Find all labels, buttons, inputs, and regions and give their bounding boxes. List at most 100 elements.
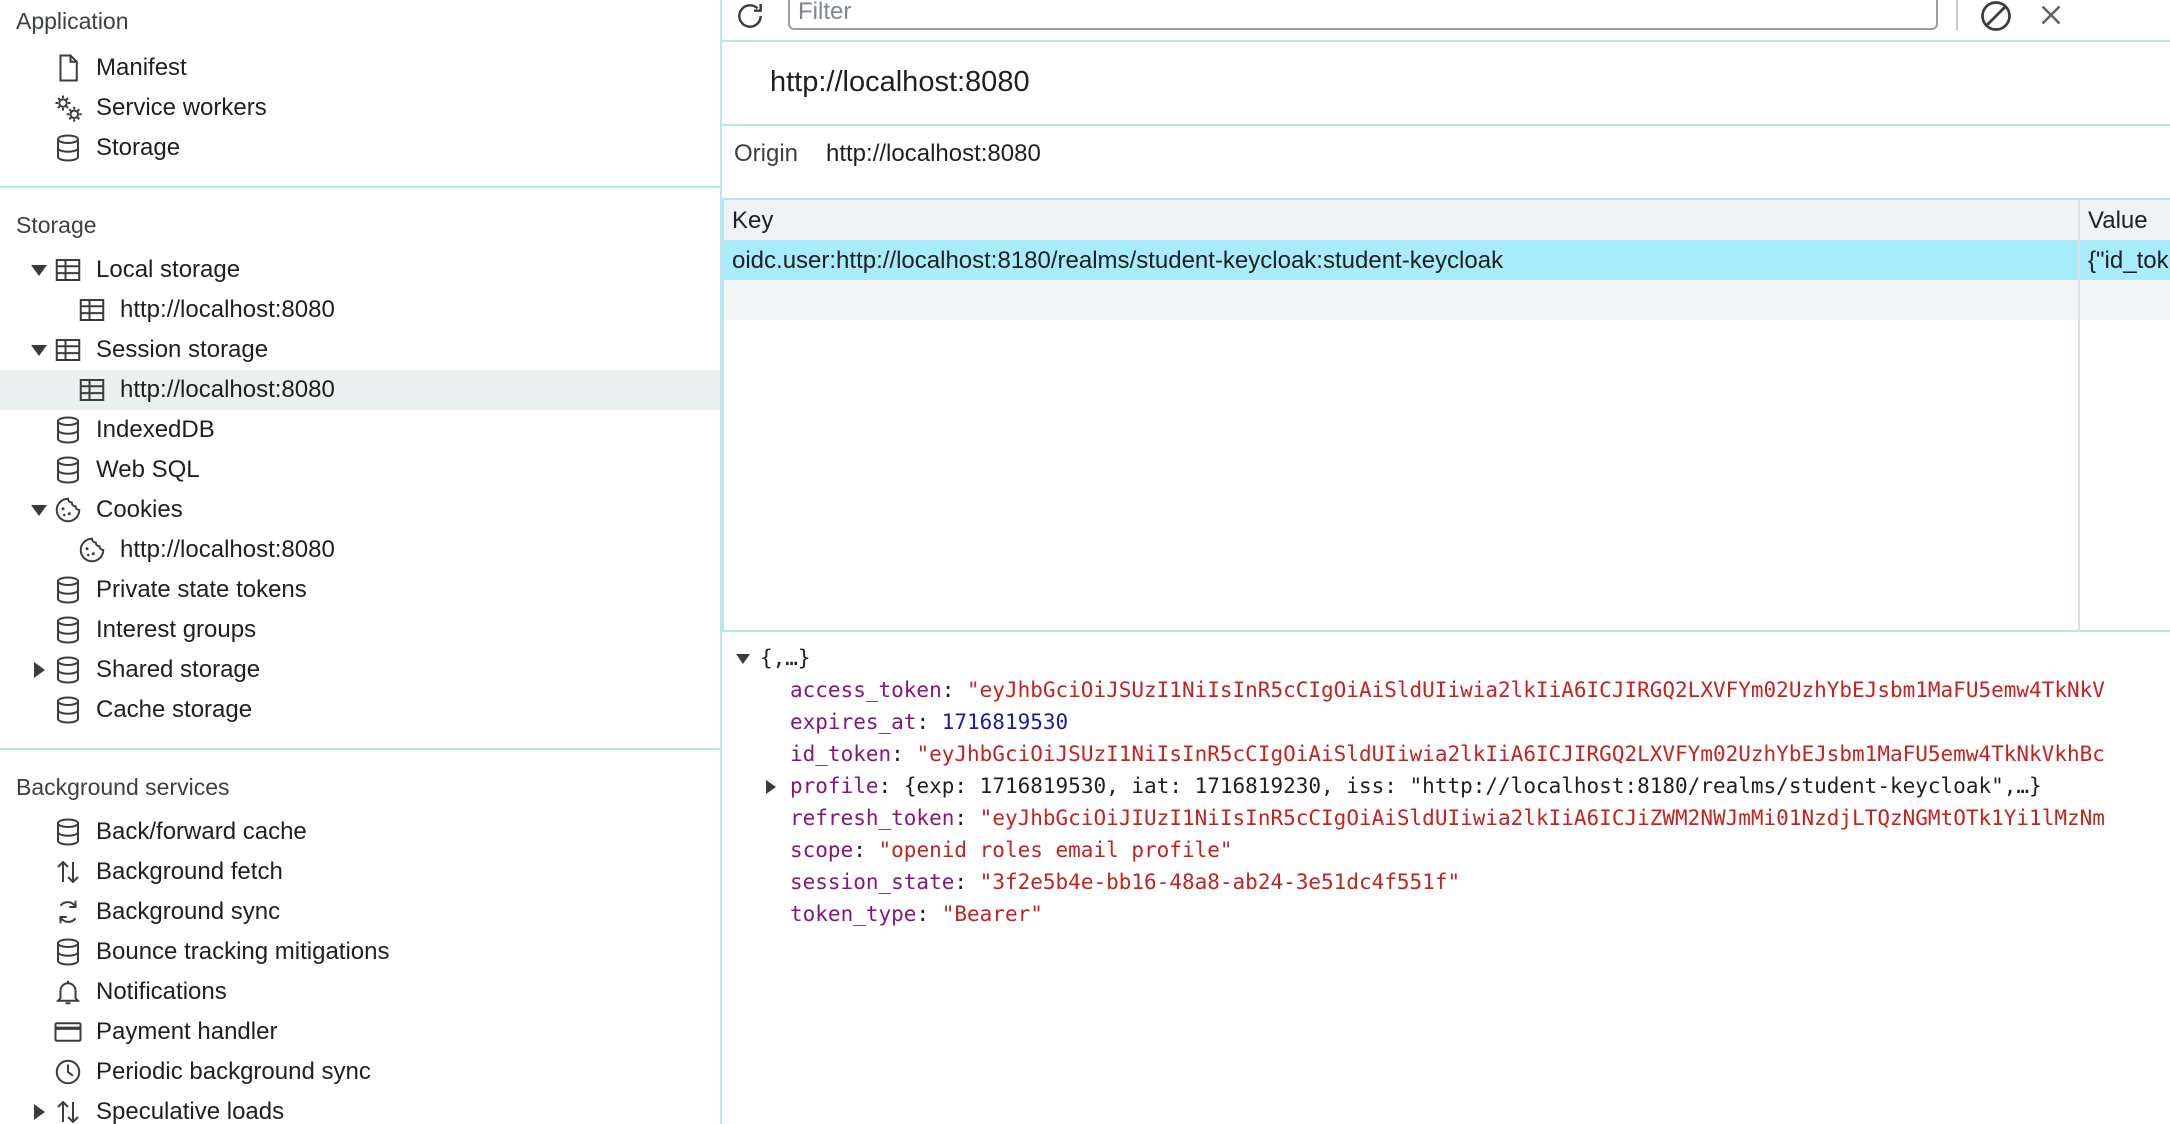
sidebar-item-periodic-background-sync[interactable]: Periodic background sync [0, 1052, 720, 1092]
field-value: "eyJhbGciOiJIUzI1NiIsInR5cCIgOiAiSldUIiw… [979, 806, 2105, 830]
sidebar-item-label: Manifest [96, 54, 187, 81]
sidebar-item-bounce-tracking-mitigations[interactable]: Bounce tracking mitigations [0, 932, 720, 972]
sidebar-item-label: Cookies [96, 496, 183, 523]
table-cell-key[interactable]: oidc.user:http://localhost:8180/realms/s… [732, 247, 1503, 275]
refresh-icon[interactable] [734, 0, 766, 32]
filter-input[interactable] [788, 0, 1938, 30]
sidebar-item-local-storage-origin[interactable]: http://localhost:8080 [0, 290, 720, 330]
sidebar-item-label: Notifications [96, 978, 227, 1005]
database-icon [52, 694, 84, 726]
sidebar-item-payment-handler[interactable]: Payment handler [0, 1012, 720, 1052]
storage-table: Key Value oidc.user:http://localhost:818… [722, 200, 2170, 632]
sidebar-item-cache-storage[interactable]: Cache storage [0, 690, 720, 730]
sidebar-item-session-storage[interactable]: Session storage [0, 330, 720, 370]
sidebar-item-back-forward-cache[interactable]: Back/forward cache [0, 812, 720, 852]
divider [0, 748, 720, 750]
database-icon [52, 654, 84, 686]
field-value: "3f2e5b4e-bb16-48a8-ab24-3e51dc4f551f" [979, 870, 1461, 894]
sidebar-item-shared-storage[interactable]: Shared storage [0, 650, 720, 690]
sidebar-item-background-sync[interactable]: Background sync [0, 892, 720, 932]
preview-field[interactable]: profile: {exp: 1716819530, iat: 17168192… [766, 774, 2042, 804]
gears-icon [52, 92, 84, 124]
database-icon [52, 132, 84, 164]
divider [0, 186, 720, 188]
column-header-value[interactable]: Value [2088, 207, 2148, 235]
sidebar-item-notifications[interactable]: Notifications [0, 972, 720, 1012]
document-icon [52, 52, 84, 84]
sidebar-item-label: Back/forward cache [96, 818, 307, 845]
sidebar-item-label: IndexedDB [96, 416, 215, 443]
sidebar-item-interest-groups[interactable]: Interest groups [0, 610, 720, 650]
sidebar-item-label: Speculative loads [96, 1098, 285, 1124]
sidebar-item-label: Cache storage [96, 696, 253, 723]
field-key: token_type [790, 902, 917, 926]
sidebar-item-label: Service workers [96, 94, 267, 121]
sidebar-item-service-workers[interactable]: Service workers [0, 88, 720, 128]
main-panel: http://localhost:8080 Origin http://loca… [722, 0, 2170, 1124]
table-icon [76, 294, 108, 326]
sidebar-item-cookies-origin[interactable]: http://localhost:8080 [0, 530, 720, 570]
table-icon [52, 254, 84, 286]
table-cell-value[interactable]: {"id_tok [2088, 247, 2169, 275]
sidebar-item-websql[interactable]: Web SQL [0, 450, 720, 490]
toolbar [722, 0, 2170, 42]
preview-field[interactable]: token_type: "Bearer" [790, 902, 1043, 932]
table-row[interactable]: oidc.user:http://localhost:8180/realms/s… [724, 240, 2170, 280]
preview-field[interactable]: session_state: "3f2e5b4e-bb16-48a8-ab24-… [790, 870, 1460, 900]
sidebar-item-session-storage-origin[interactable]: http://localhost:8080 [0, 370, 720, 410]
sidebar-item-local-storage[interactable]: Local storage [0, 250, 720, 290]
origin-label: Origin [734, 140, 799, 167]
sidebar-item-label: Bounce tracking mitigations [96, 938, 390, 965]
database-icon [52, 414, 84, 446]
column-header-key[interactable]: Key [732, 207, 773, 235]
collapse-arrow-icon[interactable] [34, 662, 45, 678]
database-icon [52, 614, 84, 646]
database-icon [52, 816, 84, 848]
expand-arrow-icon[interactable] [31, 265, 47, 276]
field-key: id_token [790, 742, 892, 766]
table-header: Key Value [724, 200, 2170, 241]
expand-arrow-icon[interactable] [31, 505, 47, 516]
section-title-background-services: Background services [16, 774, 230, 800]
sidebar-item-speculative-loads[interactable]: Speculative loads [0, 1092, 720, 1124]
expand-arrow-icon[interactable] [31, 345, 47, 356]
field-key: scope [790, 838, 854, 862]
preview-field[interactable]: scope: "openid roles email profile" [790, 838, 1233, 868]
sidebar-item-label: Session storage [96, 336, 269, 363]
sidebar-item-manifest[interactable]: Manifest [0, 48, 720, 88]
sidebar-item-cookies[interactable]: Cookies [0, 490, 720, 530]
page-title: http://localhost:8080 [770, 66, 1030, 98]
close-icon[interactable] [2034, 0, 2068, 32]
clear-all-icon[interactable] [1978, 0, 2014, 34]
clock-icon [52, 1056, 84, 1088]
sidebar-item-background-fetch[interactable]: Background fetch [0, 852, 720, 892]
table-icon [76, 374, 108, 406]
database-icon [52, 454, 84, 486]
origin-row: Origin http://localhost:8080 [722, 126, 2170, 200]
expand-arrow-icon[interactable] [736, 654, 750, 664]
database-icon [52, 936, 84, 968]
sidebar-item-indexeddb[interactable]: IndexedDB [0, 410, 720, 450]
preview-field[interactable]: expires_at: 1716819530 [790, 710, 1068, 740]
bell-icon [52, 976, 84, 1008]
sidebar-item-storage[interactable]: Storage [0, 128, 720, 168]
table-row-empty[interactable] [724, 280, 2170, 320]
sidebar-item-label: Background fetch [96, 858, 283, 885]
updown-arrows-icon [52, 856, 84, 888]
preview-field[interactable]: id_token: "eyJhbGciOiJSUzI1NiIsInR5cCIgO… [790, 742, 2105, 772]
preview-field[interactable]: access_token: "eyJhbGciOiJSUzI1NiIsInR5c… [790, 678, 2105, 708]
preview-root[interactable]: {,…} [736, 646, 811, 676]
field-value: "Bearer" [941, 902, 1043, 926]
sidebar-item-private-state-tokens[interactable]: Private state tokens [0, 570, 720, 610]
cookie-icon [76, 534, 108, 566]
toolbar-separator [1956, 0, 1958, 30]
collapse-arrow-icon[interactable] [34, 1104, 45, 1120]
field-key: access_token [790, 678, 942, 702]
column-divider[interactable] [2078, 200, 2080, 632]
sync-icon [52, 896, 84, 928]
sidebar-item-label: Background sync [96, 898, 281, 925]
collapse-arrow-icon[interactable] [766, 780, 776, 794]
sidebar-item-label: Private state tokens [96, 576, 307, 603]
preview-field[interactable]: refresh_token: "eyJhbGciOiJIUzI1NiIsInR5… [790, 806, 2105, 836]
field-key: profile [790, 774, 879, 798]
